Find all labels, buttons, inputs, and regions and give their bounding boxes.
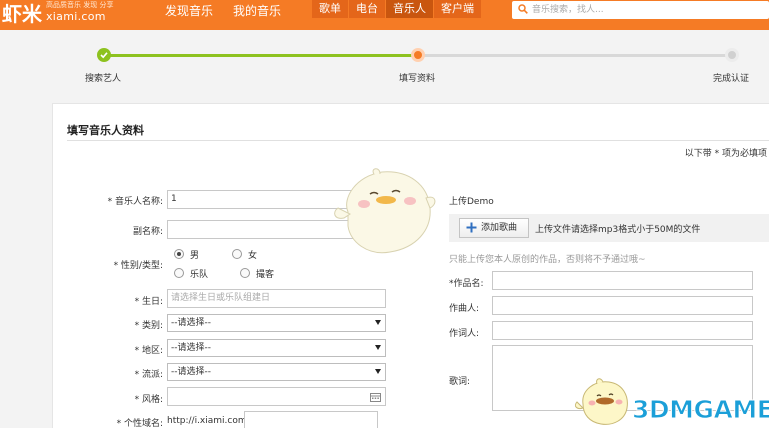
- search-box: [512, 1, 769, 19]
- work-name-input[interactable]: [492, 271, 753, 290]
- radio-female-label: 女: [248, 251, 258, 261]
- nav-tabs: 歌单 电台 音乐人 客户端: [312, 0, 482, 18]
- label-gender-type: * 性别/类型:: [113, 261, 163, 271]
- add-song-label: 添加歌曲: [481, 223, 518, 233]
- musician-form-panel: 填写音乐人资料 以下带 * 项为必填项 * 音乐人名称: 1 副名称: * 性别…: [52, 103, 769, 428]
- radio-other[interactable]: [240, 268, 250, 278]
- upload-hint: 上传文件请选择mp3格式小于50M的文件: [535, 225, 701, 235]
- radio-female[interactable]: [232, 249, 242, 259]
- radio-male[interactable]: [174, 249, 184, 259]
- step-line-pending: [418, 54, 732, 57]
- label-musician-name: * 音乐人名称:: [107, 197, 163, 207]
- logo-domain: xiami.com: [46, 10, 106, 23]
- search-input[interactable]: [532, 2, 752, 18]
- title-divider: [67, 140, 769, 141]
- mascot-bird-small: [574, 378, 628, 425]
- label-custom-domain: * 个性域名:: [116, 419, 163, 428]
- composer-input[interactable]: [492, 296, 753, 315]
- radio-other-label: 撮客: [256, 270, 275, 280]
- radio-band-label: 乐队: [190, 270, 209, 280]
- label-region: * 地区:: [134, 346, 163, 356]
- check-icon: [100, 52, 108, 59]
- tab-playlists[interactable]: 歌单: [312, 0, 348, 18]
- tab-musicians[interactable]: 音乐人: [386, 0, 433, 18]
- xiami-logo[interactable]: 虾米 高品质音乐 发现 分享 xiami.com: [2, 0, 132, 30]
- region-select[interactable]: --请选择--: [167, 339, 386, 357]
- top-header: 虾米 高品质音乐 发现 分享 xiami.com 发现音乐 我的音乐 歌单 电台…: [0, 0, 769, 30]
- picker-icon[interactable]: [370, 392, 381, 402]
- genre-select-value: --请选择--: [171, 367, 211, 377]
- nav-discover-music[interactable]: 发现音乐: [165, 0, 213, 30]
- upload-demo-title: 上传Demo: [449, 197, 494, 207]
- label-style: * 风格:: [134, 395, 163, 405]
- add-song-button[interactable]: 添加歌曲: [459, 218, 529, 238]
- mascot-bird-illustration: [334, 168, 436, 254]
- upload-warning: 只能上传您本人原创的作品，否则将不予通过哦~: [449, 255, 646, 265]
- lyricist-input[interactable]: [492, 321, 753, 340]
- label-lyrics: 歌词:: [449, 377, 471, 387]
- chevron-down-icon: [375, 369, 381, 374]
- tab-radio[interactable]: 电台: [349, 0, 385, 18]
- step-dot-complete: [725, 48, 739, 62]
- genre-select[interactable]: --请选择--: [167, 363, 386, 381]
- label-genre: * 流派:: [134, 370, 163, 380]
- tab-client[interactable]: 客户端: [434, 0, 481, 18]
- plus-icon: [466, 222, 477, 233]
- region-select-value: --请选择--: [171, 343, 211, 353]
- required-note: 以下带 * 项为必填项: [684, 149, 767, 159]
- step-label-complete: 完成认证: [713, 74, 750, 84]
- watermark-text: 3DMGAME: [631, 395, 769, 424]
- label-category: * 类别:: [134, 321, 163, 331]
- step-label-search: 搜索艺人: [85, 74, 122, 84]
- search-icon[interactable]: [518, 4, 528, 14]
- step-dot-search: [97, 48, 111, 62]
- label-alias: 副名称:: [132, 227, 163, 237]
- domain-prefix: http://i.xiami.com/: [167, 416, 250, 426]
- custom-domain-input[interactable]: [244, 411, 378, 428]
- step-label-fill-info: 填写资料: [399, 74, 436, 84]
- birthday-input[interactable]: 请选择生日或乐队组建日: [167, 289, 386, 308]
- style-input[interactable]: [167, 387, 386, 406]
- nav-my-music[interactable]: 我的音乐: [233, 0, 281, 30]
- label-birthday: * 生日:: [134, 297, 163, 307]
- radio-band[interactable]: [174, 268, 184, 278]
- form-title: 填写音乐人资料: [67, 124, 144, 137]
- label-lyricist: 作词人:: [449, 329, 480, 339]
- logo-slogan: 高品质音乐 发现 分享: [46, 1, 114, 9]
- category-select[interactable]: --请选择--: [167, 314, 386, 332]
- category-select-value: --请选择--: [171, 318, 211, 328]
- step-dot-fill-info: [411, 48, 425, 62]
- chevron-down-icon: [375, 320, 381, 325]
- chevron-down-icon: [375, 345, 381, 350]
- radio-male-label: 男: [190, 251, 200, 261]
- label-work-name: *作品名:: [449, 279, 484, 289]
- upload-bar: 添加歌曲 上传文件请选择mp3格式小于50M的文件: [449, 214, 769, 242]
- progress-steps: 搜索艺人 填写资料 完成认证: [0, 30, 769, 92]
- step-line-complete: [104, 54, 418, 57]
- label-composer: 作曲人:: [449, 304, 480, 314]
- logo-text: 虾米: [2, 2, 42, 26]
